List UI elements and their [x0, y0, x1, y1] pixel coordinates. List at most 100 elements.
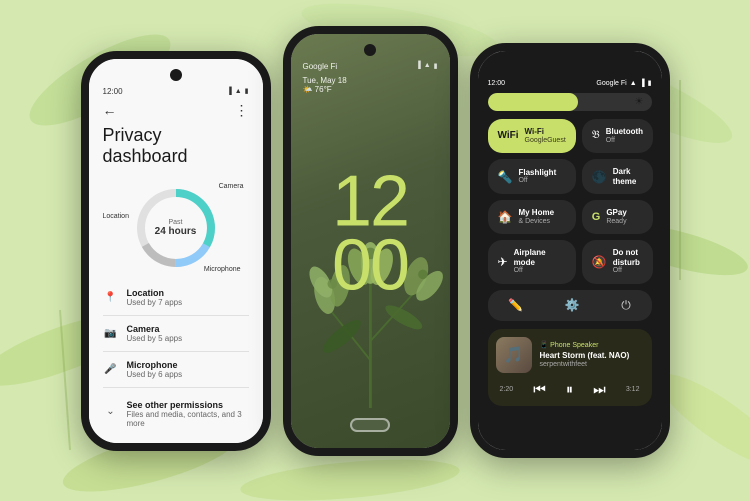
- dark-theme-name: Dark theme: [613, 167, 643, 186]
- media-total: 3:12: [626, 386, 640, 393]
- bottom-nav-handle: [350, 418, 390, 432]
- tile-airplane[interactable]: ✈ Airplane mode Off: [488, 240, 576, 284]
- media-title: Heart Storm (feat. NAO): [540, 351, 644, 361]
- dark-theme-tile-icon: 🌑: [592, 170, 607, 184]
- tile-bluetooth[interactable]: 𝔅 Bluetooth Off: [582, 119, 653, 153]
- microphone-text: Microphone Used by 6 apps: [127, 360, 183, 379]
- phone-clock-flower: Google Fi ▐ ▲ ▮ Tue, May 18 🌤️ 76°F 1200: [283, 26, 458, 456]
- chevron-down-icon: ⌄: [103, 404, 119, 420]
- microphone-name: Microphone: [127, 360, 183, 370]
- location-name: Location: [127, 288, 183, 298]
- wifi-name: Wi-Fi: [525, 127, 566, 137]
- phone2-wifi-icon: ▲: [424, 62, 431, 70]
- dnd-tile-text: Do not disturb Off: [613, 248, 643, 276]
- phone-quick-settings: 12:00 Google Fi ▲ ▐ ▮ ☀ WiFi Wi-Fi: [470, 43, 670, 458]
- wifi-sub: GoogleGuest: [525, 137, 566, 145]
- clock-time: 1200: [332, 169, 408, 299]
- location-sub: Used by 7 apps: [127, 298, 183, 307]
- qs-wifi-icon: ▲: [630, 80, 637, 87]
- microphone-icon: 🎤: [103, 361, 119, 377]
- skip-forward-button[interactable]: ⏭: [593, 381, 606, 398]
- qs-status-right: Google Fi ▲ ▐ ▮: [596, 79, 651, 87]
- airplane-tile-text: Airplane mode Off: [514, 248, 566, 276]
- tile-gpay[interactable]: G GPay Ready: [582, 200, 653, 234]
- phone2-date-row: Tue, May 18 🌤️ 76°F: [291, 76, 450, 94]
- divider-3: [103, 387, 249, 388]
- dnd-sub: Off: [613, 267, 643, 275]
- qs-status-bar: 12:00 Google Fi ▲ ▐ ▮: [488, 79, 652, 87]
- status-icons-1: ▐ ▲ ▮: [227, 87, 249, 95]
- phone2-signal-icon: ▐: [416, 62, 421, 70]
- see-other-label: See other permissions: [127, 400, 249, 410]
- flashlight-name: Flashlight: [518, 168, 556, 178]
- home-tile-icon: 🏠: [498, 210, 513, 224]
- phone2-weather: 🌤️ 76°F: [303, 85, 438, 94]
- bluetooth-tile-text: Bluetooth Off: [606, 127, 643, 145]
- dnd-tile-icon: 🔕: [592, 255, 607, 269]
- status-time-1: 12:00: [103, 87, 123, 96]
- permission-microphone: 🎤 Microphone Used by 6 apps: [103, 360, 249, 379]
- home-name: My Home: [518, 208, 554, 218]
- flashlight-sub: Off: [518, 177, 556, 185]
- camera-sub: Used by 5 apps: [127, 334, 183, 343]
- airplane-name: Airplane mode: [514, 248, 566, 267]
- settings-button[interactable]: ⚙️: [557, 298, 588, 313]
- donut-center: Past 24 hours: [155, 219, 197, 237]
- phone2-battery-icon: ▮: [434, 62, 438, 70]
- album-art: 🎵: [496, 337, 532, 373]
- phone2-status-bar: Google Fi ▐ ▲ ▮: [291, 62, 450, 71]
- see-other-row[interactable]: ⌄ See other permissions Files and media,…: [103, 396, 249, 428]
- wifi-icon: ▲: [235, 88, 242, 95]
- camera-icon: 📷: [103, 325, 119, 341]
- divider-1: [103, 315, 249, 316]
- donut-past-label: Past: [155, 219, 197, 226]
- gpay-tile-icon: G: [592, 211, 601, 223]
- permission-camera: 📷 Camera Used by 5 apps: [103, 324, 249, 343]
- camera-text: Camera Used by 5 apps: [127, 324, 183, 343]
- airplane-sub: Off: [514, 267, 566, 275]
- airplane-tile-icon: ✈: [498, 255, 508, 269]
- home-tile-text: My Home & Devices: [518, 208, 554, 226]
- screen-quick-settings: 12:00 Google Fi ▲ ▐ ▮ ☀ WiFi Wi-Fi: [478, 51, 662, 450]
- qs-status-time: 12:00: [488, 80, 506, 87]
- edit-button[interactable]: ✏️: [500, 298, 531, 313]
- tile-flashlight[interactable]: 🔦 Flashlight Off: [488, 159, 576, 194]
- media-info: 📱 Phone Speaker Heart Storm (feat. NAO) …: [540, 341, 644, 368]
- brightness-slider[interactable]: ☀: [488, 93, 652, 111]
- see-other-sub-label: Files and media, contacts, and 3 more: [127, 410, 249, 428]
- phone2-bottom-bar: [350, 418, 390, 432]
- location-text: Location Used by 7 apps: [127, 288, 183, 307]
- tile-wifi[interactable]: WiFi Wi-Fi GoogleGuest: [488, 119, 576, 153]
- overflow-menu-icon[interactable]: ⋮: [235, 102, 249, 119]
- camera-name: Camera: [127, 324, 183, 334]
- tile-dnd[interactable]: 🔕 Do not disturb Off: [582, 240, 653, 284]
- wifi-tile-icon: WiFi: [498, 130, 519, 141]
- back-arrow-icon[interactable]: ←: [103, 102, 117, 118]
- microphone-sub: Used by 6 apps: [127, 370, 183, 379]
- status-bar-1: 12:00 ▐ ▲ ▮: [103, 87, 249, 96]
- gpay-name: GPay: [606, 208, 626, 218]
- phone-privacy-dashboard: 12:00 ▐ ▲ ▮ ← ⋮ Privacy dashboard: [81, 51, 271, 451]
- wifi-tile-text: Wi-Fi GoogleGuest: [525, 127, 566, 145]
- media-elapsed: 2:20: [500, 386, 514, 393]
- flashlight-tile-icon: 🔦: [498, 170, 513, 184]
- qs-carrier: Google Fi: [596, 80, 626, 87]
- brightness-fill: [488, 93, 578, 111]
- bluetooth-name: Bluetooth: [606, 127, 643, 137]
- play-pause-button[interactable]: ⏸: [566, 381, 573, 398]
- screen-clock: Google Fi ▐ ▲ ▮ Tue, May 18 🌤️ 76°F 1200: [291, 34, 450, 448]
- media-source: 📱 Phone Speaker: [540, 341, 644, 349]
- gpay-sub: Ready: [606, 218, 626, 226]
- quick-settings-grid: WiFi Wi-Fi GoogleGuest 𝔅 Bluetooth Off: [488, 119, 652, 284]
- nav-row: ← ⋮: [103, 102, 249, 119]
- tile-dark-theme[interactable]: 🌑 Dark theme: [582, 159, 653, 194]
- donut-microphone-label: Microphone: [204, 266, 241, 273]
- signal-icon: ▐: [227, 88, 232, 95]
- bluetooth-sub: Off: [606, 137, 643, 145]
- privacy-dashboard-title: Privacy dashboard: [103, 125, 249, 168]
- skip-back-button[interactable]: ⏮: [533, 381, 546, 398]
- battery-icon: ▮: [245, 87, 249, 95]
- phones-container: 12:00 ▐ ▲ ▮ ← ⋮ Privacy dashboard: [0, 0, 750, 501]
- power-button[interactable]: ⏻: [613, 298, 639, 313]
- tile-my-home[interactable]: 🏠 My Home & Devices: [488, 200, 576, 234]
